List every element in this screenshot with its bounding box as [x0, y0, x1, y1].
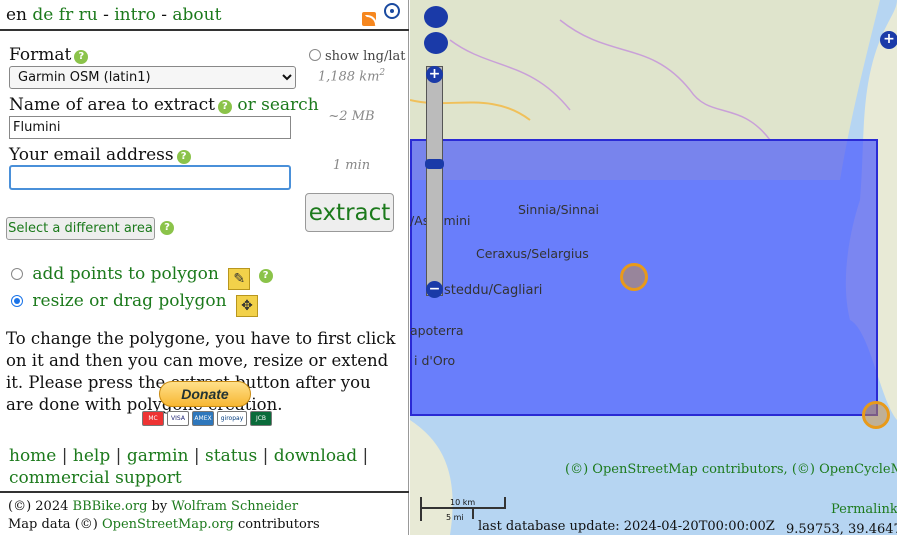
zoom-out-button[interactable]: − — [426, 281, 443, 298]
show-lnglat-toggle[interactable]: show lng/lat — [309, 49, 406, 64]
lang-en: en — [6, 5, 28, 25]
place-label: asteddu/Cagliari — [436, 283, 543, 298]
help-icon[interactable]: ? — [258, 269, 273, 283]
mastercard-icon: MC — [142, 411, 164, 426]
resize-option[interactable]: resize or drag polygon ✥ — [11, 291, 259, 317]
osm-contributors-link[interactable]: OpenStreetMap contributors — [592, 462, 783, 477]
footer: (©) 2024 BBBike.org by Wolfram Schneider… — [8, 499, 320, 532]
opencyclemap-link[interactable]: OpenCycleMap — [819, 462, 897, 477]
file-size: ~2 MB — [328, 109, 375, 124]
format-select[interactable]: Garmin OSM (latin1) — [9, 66, 296, 89]
zoom-bar[interactable] — [426, 66, 443, 296]
giropay-icon: giropay — [217, 411, 247, 426]
place-label: Ceraxus/Selargius — [476, 246, 589, 261]
language-bar: en de fr ru - intro - about — [6, 5, 221, 25]
area-name-label: Name of area to extract? or search — [9, 95, 319, 115]
amex-icon: AMEX — [192, 411, 214, 426]
permalink[interactable]: Permalink — [831, 502, 897, 517]
about-link[interactable]: about — [172, 5, 221, 25]
help-icon[interactable]: ? — [160, 221, 174, 235]
duration: 1 min — [332, 158, 371, 173]
sidebar: en de fr ru - intro - about Format? Garm… — [0, 0, 409, 535]
divider — [0, 491, 409, 493]
zoom-slider[interactable] — [425, 159, 444, 169]
lang-fr[interactable]: fr — [59, 5, 73, 25]
status-link[interactable]: status — [205, 446, 257, 466]
select-area-button[interactable]: Select a different area — [6, 217, 155, 240]
resize-radio[interactable] — [11, 295, 23, 307]
pan-north[interactable] — [424, 6, 448, 28]
commercial-support-link[interactable]: commercial support — [9, 468, 182, 488]
pan-south[interactable] — [424, 32, 448, 54]
help-link[interactable]: help — [73, 446, 110, 466]
show-lnglat-radio[interactable] — [309, 49, 321, 61]
nav-links: home | help | garmin | status | download… — [9, 446, 369, 488]
donate-button[interactable]: Donate — [159, 381, 251, 407]
separator: - — [103, 5, 109, 25]
jcb-icon: JCB — [250, 411, 272, 426]
layer-switcher-button[interactable]: + — [880, 31, 897, 49]
intro-link[interactable]: intro — [114, 5, 156, 25]
db-update-text: last database update: 2024-04-20T00:00:0… — [478, 519, 775, 534]
format-label: Format? — [9, 45, 89, 65]
area-size: 1,188 km2 — [317, 68, 386, 85]
add-points-option[interactable]: add points to polygon ✎ ? — [11, 264, 273, 290]
polygon-resize-handle[interactable] — [862, 401, 890, 429]
place-label: apoterra — [410, 323, 464, 338]
help-icon[interactable]: ? — [217, 100, 232, 114]
add-points-radio[interactable] — [11, 268, 23, 280]
map-view[interactable]: /Assemini Sinnia/Sinnai Ceraxus/Selargiu… — [410, 0, 897, 535]
polygon-handle[interactable] — [620, 263, 648, 291]
lang-ru[interactable]: ru — [79, 5, 98, 25]
divider — [0, 29, 409, 31]
email-input[interactable] — [9, 165, 291, 190]
visa-icon: VISA — [167, 411, 189, 426]
separator: - — [161, 5, 167, 25]
add-points-icon[interactable]: ✎ — [228, 268, 251, 290]
download-link[interactable]: download — [274, 446, 357, 466]
zoom-in-button[interactable]: + — [426, 66, 443, 83]
extract-button[interactable]: extract — [305, 193, 394, 232]
author-link[interactable]: Wolfram Schneider — [171, 499, 298, 514]
locate-icon[interactable] — [384, 3, 400, 19]
payment-cards: MC VISA AMEX giropay JCB — [142, 411, 272, 426]
help-icon[interactable]: ? — [176, 150, 191, 164]
lang-de[interactable]: de — [32, 5, 53, 25]
garmin-link[interactable]: garmin — [127, 446, 189, 466]
email-label: Your email address? — [9, 145, 191, 165]
map-attribution: (©) OpenStreetMap contributors, (©) Open… — [565, 462, 897, 477]
osm-link[interactable]: OpenStreetMap.org — [102, 517, 234, 532]
place-label: Sinnia/Sinnai — [518, 202, 599, 217]
help-icon[interactable]: ? — [74, 50, 89, 64]
pan-icon[interactable] — [420, 6, 452, 58]
coordinates-readout: 9.59753, 39.46473 — [786, 522, 897, 535]
area-name-input[interactable] — [9, 116, 291, 139]
resize-icon[interactable]: ✥ — [236, 295, 259, 317]
bbbike-link[interactable]: BBBike.org — [73, 499, 148, 514]
rss-icon[interactable] — [362, 12, 377, 27]
home-link[interactable]: home — [9, 446, 56, 466]
place-label: i d'Oro — [414, 353, 456, 368]
